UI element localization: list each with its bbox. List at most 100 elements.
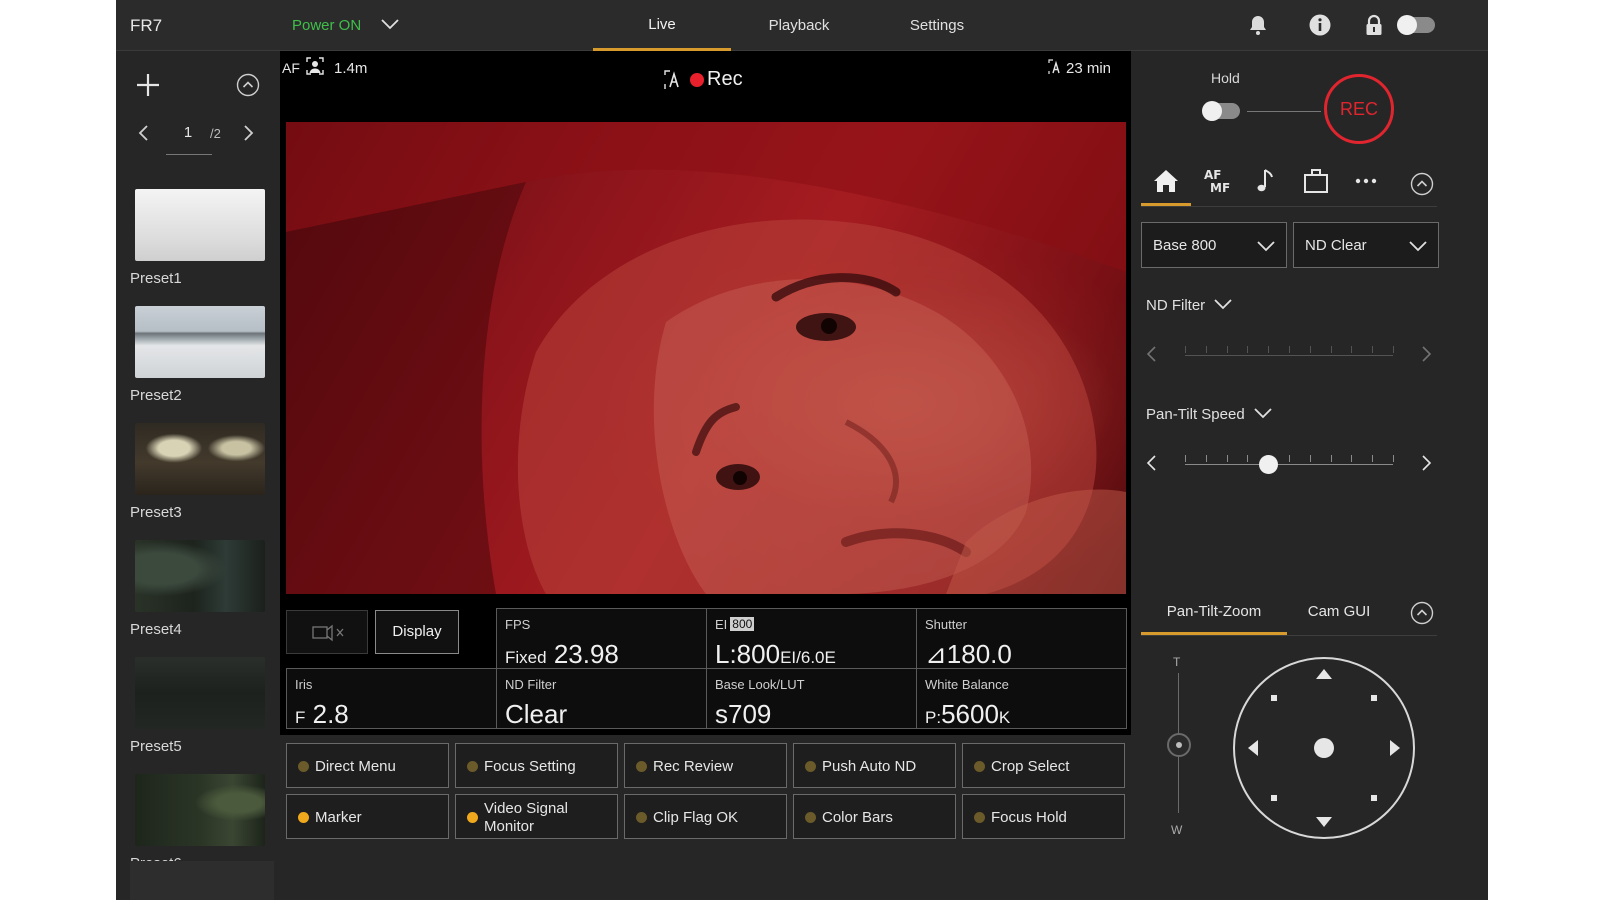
- chevron-right-icon[interactable]: [240, 123, 256, 143]
- af-mode-label: AF: [282, 60, 300, 76]
- tab-playback[interactable]: Playback: [730, 0, 868, 51]
- preset-thumbnail[interactable]: [135, 540, 265, 612]
- chevron-right-icon[interactable]: [1419, 345, 1433, 363]
- button-label: Crop Select: [991, 758, 1070, 775]
- display-button[interactable]: Display: [375, 610, 459, 654]
- info-icon[interactable]: [1308, 13, 1332, 37]
- audio-note-icon[interactable]: [1251, 166, 1281, 196]
- diagonal-up-left-marker[interactable]: [1271, 695, 1277, 701]
- preset-item[interactable]: Preset3: [130, 423, 266, 521]
- af-mf-icon[interactable]: AFMF: [1201, 166, 1231, 196]
- more-icon[interactable]: [1351, 166, 1381, 196]
- hold-toggle-switch[interactable]: [1202, 101, 1240, 121]
- base-iso-value: Base 800: [1153, 237, 1217, 254]
- button-label: Focus Hold: [991, 809, 1067, 826]
- preset-thumbnail[interactable]: [135, 774, 265, 846]
- power-status[interactable]: Power ON: [292, 17, 361, 34]
- joystick-center-knob[interactable]: [1314, 738, 1334, 758]
- diagonal-up-right-marker[interactable]: [1371, 695, 1377, 701]
- tab-cam-gui[interactable]: Cam GUI: [1287, 591, 1391, 635]
- nd-filter-slider[interactable]: [1141, 339, 1437, 369]
- nd-filter-cell[interactable]: ND Filter Clear: [496, 668, 707, 729]
- preset-thumbnail[interactable]: [135, 306, 265, 378]
- preset-item[interactable]: Preset5: [130, 657, 266, 755]
- bell-icon[interactable]: [1246, 13, 1270, 37]
- focus-hold-button[interactable]: Focus Hold: [962, 794, 1125, 839]
- media-slot-icon[interactable]: [1301, 166, 1331, 196]
- ei-label: EI: [715, 617, 728, 632]
- add-preset-icon[interactable]: [134, 71, 162, 99]
- preset-item-partial[interactable]: [130, 861, 274, 900]
- slider-track[interactable]: [1185, 455, 1394, 474]
- iris-cell[interactable]: Iris F 2.8: [286, 668, 497, 729]
- nd-filter-section[interactable]: ND Filter: [1146, 297, 1233, 314]
- preset-thumbnail[interactable]: [135, 423, 265, 495]
- slider-tick: [1206, 346, 1207, 353]
- ei-number: L:800: [715, 639, 781, 669]
- clip-flag-ok-button[interactable]: Clip Flag OK: [624, 794, 787, 839]
- pan-tilt-speed-slider[interactable]: [1141, 448, 1437, 478]
- chevron-left-icon[interactable]: [136, 123, 152, 143]
- preset-item[interactable]: Preset4: [130, 540, 266, 638]
- fps-number: 23.98: [553, 639, 619, 669]
- preset-item[interactable]: Preset6: [130, 774, 266, 872]
- preset-thumbnail[interactable]: [135, 189, 265, 261]
- pan-tilt-speed-section[interactable]: Pan-Tilt Speed: [1146, 406, 1273, 423]
- live-video-feed[interactable]: [286, 122, 1126, 594]
- focus-setting-button[interactable]: Focus Setting: [455, 743, 618, 788]
- diagonal-down-right-marker[interactable]: [1371, 795, 1377, 801]
- assignable-buttons: Direct Menu Focus Setting Rec Review Pus…: [280, 735, 1131, 900]
- diagonal-down-left-marker[interactable]: [1271, 795, 1277, 801]
- shutter-cell[interactable]: Shutter ⊿180.0: [916, 608, 1127, 669]
- tab-live[interactable]: Live: [593, 0, 731, 51]
- slider-tick: [1331, 455, 1332, 462]
- chevron-left-icon[interactable]: [1145, 345, 1159, 363]
- page-number[interactable]: 1: [168, 124, 208, 141]
- rec-button[interactable]: REC: [1324, 74, 1394, 144]
- collapse-up-icon[interactable]: [1410, 172, 1434, 196]
- preset-item[interactable]: Preset2: [130, 306, 266, 404]
- white-balance-cell[interactable]: White Balance P:5600K: [916, 668, 1127, 729]
- nd-select[interactable]: ND Clear: [1293, 222, 1439, 268]
- pan-tilt-speed-label: Pan-Tilt Speed: [1146, 406, 1245, 423]
- ei-badge: 800: [730, 617, 755, 631]
- pan-right-arrow-icon[interactable]: [1390, 740, 1400, 756]
- chevron-down-icon[interactable]: [380, 17, 400, 31]
- slider-tick: [1372, 455, 1373, 462]
- direct-menu-button[interactable]: Direct Menu: [286, 743, 449, 788]
- slider-track[interactable]: [1185, 346, 1394, 356]
- tilt-down-arrow-icon[interactable]: [1316, 817, 1332, 827]
- fps-cell[interactable]: FPS Fixed 23.98: [496, 608, 707, 669]
- preset-thumbnail[interactable]: [135, 657, 265, 729]
- tab-pan-tilt-zoom[interactable]: Pan-Tilt-Zoom: [1141, 591, 1287, 635]
- marker-button[interactable]: Marker: [286, 794, 449, 839]
- push-auto-nd-button[interactable]: Push Auto ND: [793, 743, 956, 788]
- ei-cell[interactable]: EI 800 L:800EI/6.0E: [706, 608, 917, 669]
- preset-item[interactable]: Preset1: [130, 189, 266, 287]
- status-dot: [805, 761, 816, 772]
- lock-icon[interactable]: [1362, 13, 1386, 37]
- tilt-up-arrow-icon[interactable]: [1316, 669, 1332, 679]
- collapse-up-icon[interactable]: [1410, 601, 1434, 625]
- chevron-right-icon[interactable]: [1419, 454, 1433, 472]
- nd-filter-label: ND Filter: [505, 677, 557, 692]
- lock-toggle-switch[interactable]: [1397, 15, 1435, 35]
- zoom-slider-knob[interactable]: [1167, 733, 1191, 757]
- rec-review-button[interactable]: Rec Review: [624, 743, 787, 788]
- pan-tilt-joystick[interactable]: [1231, 655, 1417, 841]
- ei-suffix: EI/6.0E: [780, 648, 836, 667]
- audio-mute-button[interactable]: [286, 610, 368, 654]
- home-icon[interactable]: [1151, 166, 1181, 196]
- video-signal-monitor-button[interactable]: Video Signal Monitor: [455, 794, 618, 839]
- chevron-left-icon[interactable]: [1145, 454, 1159, 472]
- button-label: Rec Review: [653, 758, 734, 775]
- base-iso-select[interactable]: Base 800: [1141, 222, 1287, 268]
- color-bars-button[interactable]: Color Bars: [793, 794, 956, 839]
- slider-knob[interactable]: [1259, 455, 1278, 474]
- crop-select-button[interactable]: Crop Select: [962, 743, 1125, 788]
- pan-left-arrow-icon[interactable]: [1248, 740, 1258, 756]
- status-dot: [974, 812, 985, 823]
- tab-settings[interactable]: Settings: [868, 0, 1006, 51]
- base-look-cell[interactable]: Base Look/LUT s709: [706, 668, 917, 729]
- collapse-up-icon[interactable]: [236, 73, 260, 97]
